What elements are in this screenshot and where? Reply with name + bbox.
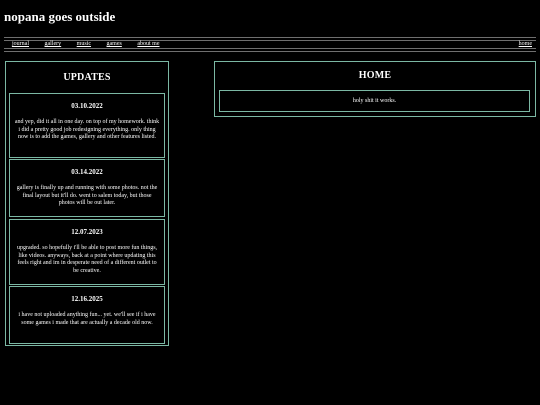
- update-card: 12.07.2023 upgraded. so hopefully i'll b…: [9, 219, 165, 285]
- home-panel: HOME holy shit it works.: [214, 61, 536, 117]
- home-heading: HOME: [358, 70, 392, 81]
- updates-panel: UPDATES 03.10.2022 and yep, did it all i…: [5, 61, 169, 346]
- update-text: i have not uploaded anything fun... yet.…: [18, 312, 156, 326]
- update-text: gallery is finally up and running with s…: [16, 185, 158, 206]
- nav-link-games[interactable]: games: [107, 41, 122, 47]
- update-text: and yep, did it all in one day. on top o…: [14, 119, 160, 140]
- nav-divider: [4, 51, 536, 52]
- update-card: 03.10.2022 and yep, did it all in one da…: [9, 93, 165, 158]
- nav-divider: [4, 48, 536, 49]
- update-date: 03.10.2022: [71, 102, 103, 110]
- site-title: nopana goes outside: [4, 9, 116, 24]
- nav-link-gallery[interactable]: gallery: [45, 41, 62, 47]
- update-date: 03.14.2022: [71, 168, 103, 176]
- nav-link-about-me[interactable]: about me: [137, 41, 159, 47]
- nav-link-journal[interactable]: journal: [12, 41, 29, 47]
- nav-divider: [4, 37, 536, 38]
- nav-link-music[interactable]: music: [77, 41, 91, 47]
- updates-heading: UPDATES: [63, 72, 111, 83]
- update-card: 12.16.2025 i have not uploaded anything …: [9, 286, 165, 344]
- update-text: upgraded. so hopefully i'll be able to p…: [16, 245, 158, 274]
- update-date: 12.16.2025: [71, 295, 103, 303]
- update-card: 03.14.2022 gallery is finally up and run…: [9, 159, 165, 217]
- update-date: 12.07.2023: [71, 228, 103, 236]
- home-message: holy shit it works.: [219, 90, 530, 112]
- navbar: journal gallery music games about me hom…: [4, 37, 536, 54]
- nav-link-home[interactable]: home: [519, 40, 532, 48]
- nav-links: journal gallery music games about me: [12, 40, 174, 48]
